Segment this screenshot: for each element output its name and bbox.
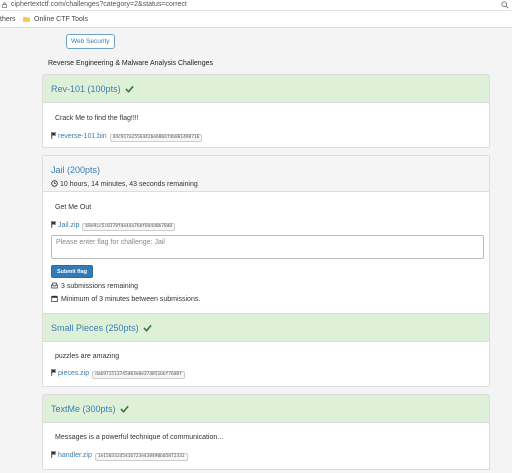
challenges-page: Web Security Reverse Engineering & Malwa…: [0, 28, 512, 473]
submit-flag-button[interactable]: Submit flag: [51, 265, 93, 278]
flag-icon: [51, 221, 57, 228]
submission-interval: Minimum of 3 minutes between submissions…: [51, 295, 200, 303]
flag-icon: [51, 132, 57, 139]
file-hash: b8e9cc5c0178fde4da7bbf8d4d0b78d0: [82, 223, 176, 231]
challenge-card-jail: Jail (200pts) 10 hours, 14 minutes, 43 s…: [42, 155, 490, 335]
challenge-file: handler.zip 1e150332d5416723e438490b05872…: [51, 451, 188, 461]
challenge-timer: 10 hours, 14 minutes, 43 seconds remaini…: [51, 180, 198, 188]
bookmark-others[interactable]: thers: [0, 16, 16, 23]
submissions-remaining-text: 3 submissions remaining: [61, 283, 139, 290]
challenge-description: puzzles are amazing: [55, 353, 120, 360]
challenge-description: Crack Me to find the flag!!!!: [55, 115, 139, 122]
challenge-name: TextMe: [51, 404, 81, 414]
bookmarks-bar: thers Online CTF Tools: [0, 11, 512, 28]
file-download-link[interactable]: reverse-101.bin: [58, 133, 107, 140]
flag-icon: [51, 451, 57, 458]
lock-icon: [2, 2, 7, 8]
clock-icon: [51, 180, 58, 187]
flag-icon: [51, 369, 57, 376]
submissions-remaining: 3 submissions remaining: [51, 282, 138, 290]
challenge-header[interactable]: Small Pieces (250pts): [43, 314, 489, 342]
calendar-icon: [51, 295, 58, 302]
challenge-card-small-pieces: Small Pieces (250pts) puzzles are amazin…: [42, 313, 490, 387]
challenge-points: (250pts): [105, 323, 139, 333]
inbox-icon: [51, 282, 58, 289]
category-button-web-security[interactable]: Web Security: [66, 34, 115, 49]
check-icon: [143, 324, 152, 332]
challenge-name: Jail: [51, 165, 65, 175]
challenge-description: Messages is a powerful technique of comm…: [55, 434, 224, 441]
challenge-file: reverse-101.bin 44c917a2556442beb0b6f4b80…: [51, 132, 203, 142]
category-heading: Reverse Engineering & Malware Analysis C…: [48, 60, 213, 67]
challenge-name: Small Pieces: [51, 323, 104, 333]
bookmark-online-ctf-tools[interactable]: Online CTF Tools: [34, 16, 88, 23]
challenge-header[interactable]: Rev-101 (100pts): [43, 75, 489, 103]
challenge-file: Jail.zip b8e9cc5c0178fde4da7bbf8d4d0b78d0: [51, 221, 176, 231]
file-hash: 44c917a2556442beb0b6f4b801498716: [109, 134, 203, 142]
challenge-card-rev-101: Rev-101 (100pts) Crack Me to find the fl…: [42, 74, 490, 148]
file-download-link[interactable]: Jail.zip: [58, 222, 79, 229]
challenge-title[interactable]: TextMe (300pts): [51, 404, 129, 414]
challenge-title[interactable]: Small Pieces (250pts): [51, 323, 152, 333]
file-hash: 1e150332d5416723e438490b05872332: [94, 453, 188, 461]
url-text[interactable]: ciphertextctf.com/challenges?category=2&…: [11, 1, 187, 8]
challenge-header[interactable]: TextMe (300pts): [43, 395, 489, 423]
check-icon: [120, 405, 129, 413]
challenge-name: Rev-101: [51, 84, 86, 94]
browser-url-bar[interactable]: ciphertextctf.com/challenges?category=2&…: [0, 0, 512, 11]
folder-icon: [23, 16, 30, 22]
file-download-link[interactable]: handler.zip: [58, 452, 92, 459]
challenge-card-textme: TextMe (300pts) Messages is a powerful t…: [42, 394, 490, 470]
submission-interval-text: Minimum of 3 minutes between submissions…: [61, 296, 201, 303]
challenge-file: pieces.zip da6971513745d03e0e374851bbf76d…: [51, 369, 185, 379]
challenge-points: (300pts): [82, 404, 116, 414]
flag-input[interactable]: [51, 235, 484, 259]
file-download-link[interactable]: pieces.zip: [58, 370, 89, 377]
challenge-title[interactable]: Jail (200pts): [51, 165, 100, 175]
timer-text: 10 hours, 14 minutes, 43 seconds remaini…: [60, 181, 198, 188]
challenge-points: (100pts): [87, 84, 121, 94]
challenge-header[interactable]: Jail (200pts) 10 hours, 14 minutes, 43 s…: [43, 156, 489, 192]
challenge-description: Get Me Out: [55, 204, 92, 211]
zoom-icon[interactable]: [501, 1, 509, 9]
challenge-points: (200pts): [67, 165, 101, 175]
challenge-title[interactable]: Rev-101 (100pts): [51, 84, 134, 94]
file-hash: da6971513745d03e0e374851bbf76d0f: [92, 371, 185, 379]
check-icon: [125, 85, 134, 93]
